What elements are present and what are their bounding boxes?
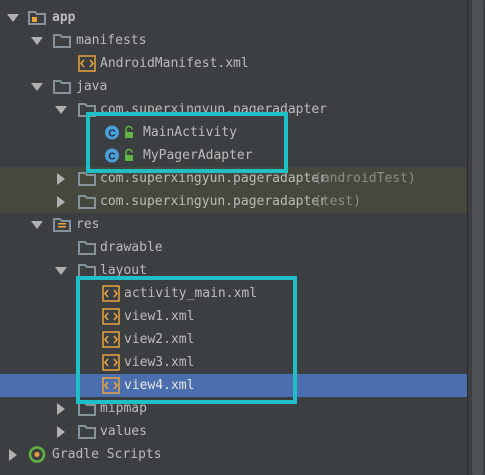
tree-item-package-test[interactable]: com.superxingyun.pageradapter (test) [0, 190, 468, 213]
chevron-right-icon[interactable] [6, 443, 18, 466]
chevron-right-icon[interactable] [54, 397, 66, 420]
gradle-icon [28, 446, 46, 463]
resource-folder-icon [53, 216, 71, 233]
vertical-scrollbar[interactable] [467, 0, 485, 475]
folder-icon [53, 78, 71, 95]
tree-item-res[interactable]: res [0, 213, 468, 236]
module-folder-icon [28, 9, 46, 26]
tree-suffix-android-test: (androidTest) [314, 171, 416, 186]
tree-suffix-test: (test) [314, 194, 361, 209]
tree-label-app: app [52, 10, 76, 25]
tree-item-manifests[interactable]: manifests [0, 29, 468, 52]
tree-label-android-manifest: AndroidManifest.xml [100, 56, 249, 71]
chevron-down-icon[interactable] [54, 259, 67, 282]
package-folder-icon [78, 193, 96, 210]
tree-label-values: values [100, 424, 147, 439]
chevron-down-icon[interactable] [30, 213, 43, 236]
tree-item-app[interactable]: app [0, 6, 468, 29]
tree-item-drawable[interactable]: drawable [0, 236, 468, 259]
tree-label-manifests: manifests [76, 33, 147, 48]
tree-label-gradle-scripts: Gradle Scripts [52, 447, 162, 462]
chevron-down-icon[interactable] [6, 6, 19, 29]
callout-box-java-classes [86, 112, 288, 173]
chevron-right-icon[interactable] [54, 167, 66, 190]
chevron-right-icon[interactable] [54, 420, 66, 443]
folder-icon [53, 32, 71, 49]
tree-label-drawable: drawable [100, 240, 163, 255]
tree-item-values[interactable]: values [0, 420, 468, 443]
scrollbar-thumb[interactable] [472, 0, 483, 475]
callout-box-layout-files [76, 276, 297, 404]
tree-label-res: res [76, 217, 100, 232]
xml-file-icon [78, 55, 96, 72]
folder-icon [78, 423, 96, 440]
chevron-down-icon[interactable] [30, 29, 43, 52]
folder-icon [78, 239, 96, 256]
chevron-right-icon[interactable] [54, 190, 66, 213]
tree-label-java: java [76, 79, 108, 94]
chevron-down-icon[interactable] [30, 75, 43, 98]
tree-item-java[interactable]: java [0, 75, 468, 98]
tree-item-android-manifest[interactable]: AndroidManifest.xml [0, 52, 468, 75]
tree-item-gradle-scripts[interactable]: Gradle Scripts [0, 443, 468, 466]
tree-label-package-test: com.superxingyun.pageradapter [100, 194, 327, 209]
chevron-down-icon[interactable] [54, 98, 67, 121]
